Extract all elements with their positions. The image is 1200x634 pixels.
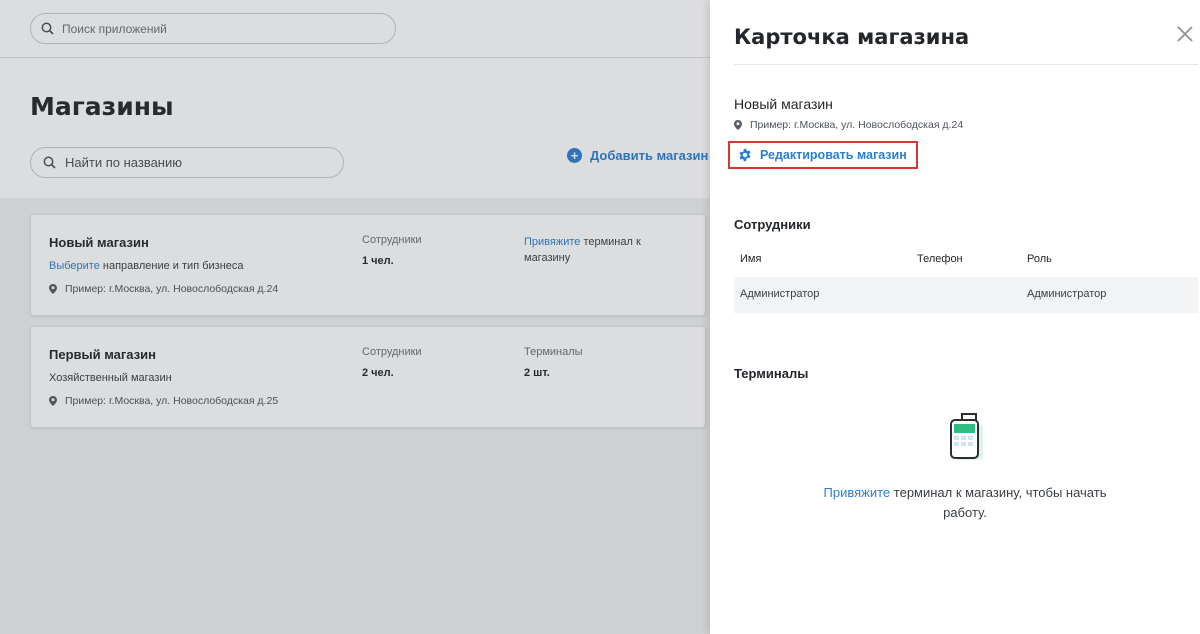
gear-icon bbox=[738, 148, 752, 162]
col-header-role: Роль bbox=[1027, 253, 1052, 265]
close-icon bbox=[1177, 26, 1193, 42]
close-button[interactable] bbox=[1176, 25, 1196, 45]
employees-section-title: Сотрудники bbox=[734, 217, 811, 232]
col-header-name: Имя bbox=[740, 253, 762, 265]
shop-name: Новый магазин bbox=[734, 96, 833, 112]
shop-address: Пример: г.Москва, ул. Новослободская д.2… bbox=[734, 119, 963, 131]
table-header: Имя Телефон Роль bbox=[734, 242, 1198, 277]
bind-terminal-link[interactable]: Привяжите bbox=[824, 485, 891, 500]
edit-store-button[interactable]: Редактировать магазин bbox=[728, 141, 918, 169]
edit-store-label: Редактировать магазин bbox=[760, 148, 907, 162]
location-pin-icon bbox=[734, 120, 742, 130]
modal-backdrop[interactable] bbox=[0, 0, 710, 634]
store-card-panel: Карточка магазина Новый магазин Пример: … bbox=[710, 0, 1200, 634]
terminal-icon bbox=[948, 412, 984, 467]
employee-role: Администратор bbox=[1027, 288, 1107, 300]
panel-title: Карточка магазина bbox=[734, 25, 970, 49]
employees-table: Имя Телефон Роль Администратор Администр… bbox=[734, 242, 1198, 313]
col-header-phone: Телефон bbox=[917, 253, 963, 265]
terminals-section-title: Терминалы bbox=[734, 366, 809, 381]
employee-name: Администратор bbox=[740, 288, 820, 300]
divider bbox=[734, 64, 1198, 65]
table-row[interactable]: Администратор Администратор bbox=[734, 277, 1198, 313]
empty-terminals-message: Привяжите терминал к магазину, чтобы нач… bbox=[823, 485, 1107, 520]
